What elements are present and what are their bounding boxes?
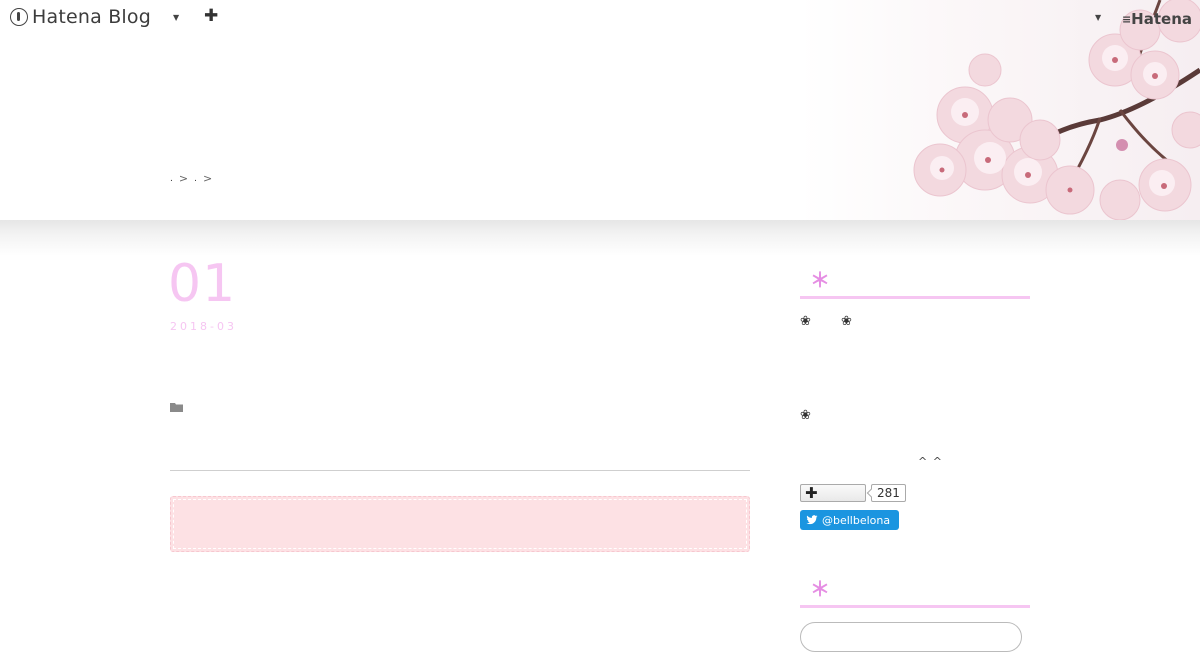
breadcrumb-item[interactable]: . <box>194 174 197 184</box>
hatena-brand-link[interactable]: ≡ Hatena <box>1122 10 1192 28</box>
asterisk-icon: ＊ <box>810 268 830 292</box>
entry-notice-box <box>170 496 750 552</box>
hatena-blog-logo[interactable]: Hatena Blog <box>10 6 151 28</box>
asterisk-icon: ＊ <box>810 577 830 601</box>
hatena-blog-wordmark: Hatena Blog <box>32 6 151 28</box>
caret-text: ^ ^ <box>918 455 943 468</box>
flower-icon: ❀ <box>841 314 852 329</box>
entry-date-day[interactable]: 01 <box>168 258 236 310</box>
twitter-handle: @bellbelona <box>822 513 891 527</box>
hatena-brand-text: Hatena <box>1131 10 1192 28</box>
breadcrumb-item[interactable]: . <box>170 174 173 184</box>
plus-icon[interactable]: ✚ <box>204 8 218 25</box>
follow-button[interactable]: ✚ <box>800 484 866 502</box>
flower-icon: ❀ <box>800 314 811 329</box>
header-shadow <box>0 220 1200 256</box>
hatena-global-header: Hatena Blog ▼ ✚ ▼ ≡ Hatena <box>0 0 1200 38</box>
search-input[interactable] <box>800 622 1022 652</box>
chevron-down-icon[interactable]: ▼ <box>1095 13 1101 22</box>
sidebar-section-heading: ＊ <box>800 577 1030 608</box>
entry-divider <box>170 470 750 471</box>
flower-icon: ❀ <box>800 408 811 423</box>
hatena-brand-icon: ≡ <box>1121 12 1131 26</box>
twitter-bird-icon <box>806 515 818 525</box>
breadcrumb-separator: > <box>202 172 213 185</box>
hatena-logo-icon <box>10 8 28 26</box>
follower-count: 281 <box>871 484 906 502</box>
breadcrumb-separator: > <box>178 172 189 185</box>
chevron-down-icon[interactable]: ▼ <box>173 13 179 22</box>
breadcrumb: . > . > <box>170 172 212 185</box>
folder-icon[interactable] <box>170 402 183 412</box>
sidebar-section-heading: ＊ <box>800 268 1030 299</box>
twitter-follow-button[interactable]: @bellbelona <box>800 510 899 530</box>
entry-date-year-month[interactable]: 2018-03 <box>170 320 237 333</box>
plus-icon: ✚ <box>805 484 818 502</box>
